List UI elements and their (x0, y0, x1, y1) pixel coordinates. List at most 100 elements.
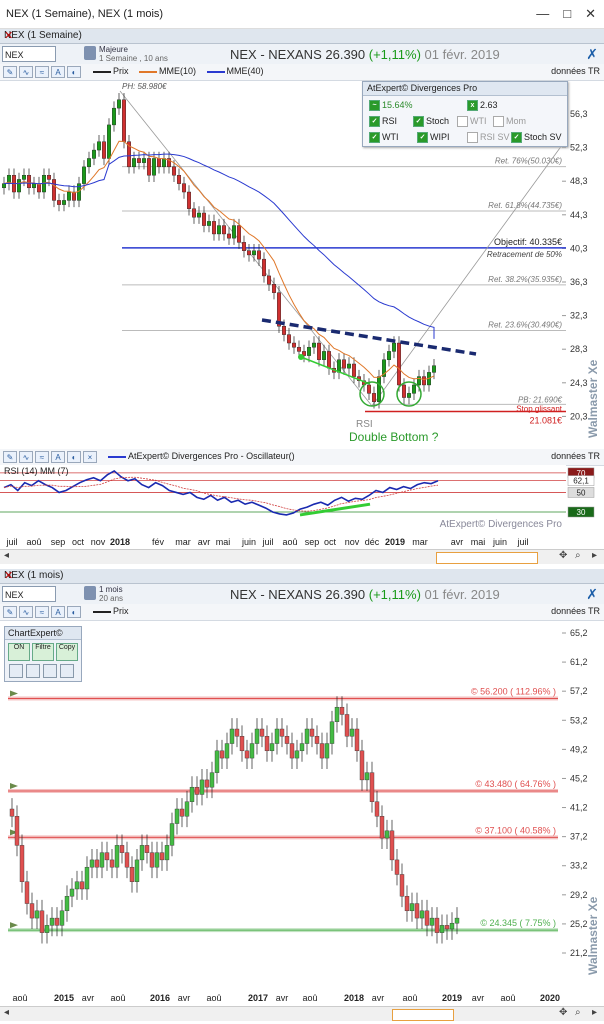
period-selector[interactable]: 1 mois 20 ans (84, 584, 168, 604)
checkbox-wti[interactable]: WTI (457, 116, 487, 128)
close-tab-icon[interactable]: ✕ (4, 569, 600, 582)
legend: Prix (93, 606, 129, 616)
candle-body (216, 225, 221, 235)
candle-body (327, 351, 332, 369)
edit-icon[interactable] (60, 664, 74, 678)
candle-body (109, 859, 115, 868)
candle-body (196, 212, 201, 218)
settings-icon[interactable] (9, 664, 23, 678)
tools-icon[interactable]: ✗ (586, 586, 598, 603)
monthly-price-chart[interactable]: 65,2 61,2 57,2 53,2 49,2 45,2 41,2 37,2 33,2 29,2… (0, 621, 604, 991)
time-tick: avr (472, 993, 485, 1003)
checkbox-wti-on[interactable]: ✓ WTI (369, 132, 399, 144)
analysis-icon[interactable]: A (51, 66, 65, 78)
candle-body (262, 258, 267, 277)
indicator-icon[interactable]: ∿ (19, 66, 33, 78)
candle-body (161, 158, 166, 168)
candle-body (19, 845, 25, 882)
close-tab-icon[interactable]: ✕ (4, 29, 600, 42)
candle-body (364, 772, 370, 781)
price-tick: 21,2 (570, 948, 588, 958)
indicator-icon[interactable]: ∿ (19, 606, 33, 618)
scroll-right-icon[interactable]: ▸ (592, 550, 597, 561)
bottom-time-axis: aoû 2015 avr aoû 2016 avr aoû 2017 avr aoû 2018 avr… (0, 991, 604, 1005)
period-icon (84, 586, 96, 600)
time-tick: avr (372, 993, 385, 1003)
close-icon[interactable]: ✕ (585, 6, 596, 22)
chartexpert-copy-button[interactable]: Copy (56, 643, 78, 661)
checkbox-stoch-sv[interactable]: ✓ Stoch SV (511, 132, 562, 144)
candle-body (339, 706, 345, 715)
osc-compare-icon[interactable]: ≈ (35, 451, 49, 463)
chartexpert-title: ChartExpert© (5, 627, 81, 640)
candle-body (352, 363, 357, 377)
checkbox-rsi-sv[interactable]: RSI SV (467, 132, 510, 144)
candle-body (59, 910, 65, 926)
osc-close-icon[interactable]: × (83, 451, 97, 463)
candle-body (342, 359, 347, 369)
candle-body (241, 242, 246, 251)
osc-analysis-icon[interactable]: A (51, 451, 65, 463)
chartexpert-on-button[interactable]: ON (8, 643, 30, 661)
candle-body (369, 772, 375, 802)
palette-icon[interactable]: ◐ (67, 66, 81, 78)
osc-tools-icon[interactable]: ✎ (3, 451, 17, 463)
fib-label: Ret. 61.8%(44.735€) (488, 201, 562, 210)
osc-palette-icon[interactable]: ◐ (67, 451, 81, 463)
time-tick: juil (261, 537, 273, 547)
drawing-tools-icon[interactable]: ✎ (3, 606, 17, 618)
checkbox-rsi[interactable]: ✓ RSI (369, 116, 397, 128)
scroll-left-icon[interactable]: ◂ (4, 1007, 9, 1018)
candle-body (424, 910, 430, 926)
candle-body (272, 284, 277, 293)
compare-icon[interactable]: ≈ (35, 606, 49, 618)
move-icon[interactable]: ✥ (559, 1007, 567, 1018)
candle-body (297, 347, 302, 352)
candle-body (304, 728, 310, 744)
eraser-icon[interactable] (43, 664, 57, 678)
candle-body (389, 830, 395, 861)
objective-label: Objectif: 40.335€ (494, 237, 562, 247)
osc-indicator-icon[interactable]: ∿ (19, 451, 33, 463)
move-icon[interactable]: ✥ (559, 550, 567, 561)
symbol-input[interactable]: NEX (2, 46, 56, 62)
checkbox-wipi[interactable]: ✓ WIPI (417, 132, 450, 144)
maximize-icon[interactable]: □ (563, 6, 571, 22)
minimize-icon[interactable]: — (536, 6, 549, 22)
price-tick: 44,3 (570, 210, 588, 220)
chartexpert-filter-button[interactable]: Filtre (32, 643, 54, 661)
checkbox-mom[interactable]: Mom (493, 116, 526, 128)
scroll-left-icon[interactable]: ◂ (4, 550, 9, 561)
compare-icon[interactable]: ≈ (35, 66, 49, 78)
scroll-thumb[interactable] (436, 552, 538, 564)
divergences-panel[interactable]: AtExpert© Divergences Pro ~15.64% x 2.63 … (362, 81, 568, 147)
top-time-axis: juil aoû sep oct nov 2018 fév mar avr mai juin juil… (0, 535, 604, 549)
ph-label: PH: 58.980€ (122, 82, 167, 91)
zoom-icon[interactable]: ⌕ (575, 550, 581, 561)
tab-weekly[interactable]: NEX (1 Semaine) ✕ (0, 29, 604, 44)
drawing-tools-icon[interactable]: ✎ (3, 66, 17, 78)
tools-icon[interactable]: ✗ (586, 46, 598, 63)
top-scrollbar[interactable]: ◂ ✥ ⌕ ▸ (0, 549, 604, 564)
candle-body (186, 191, 191, 209)
candle-body (206, 221, 211, 226)
candle-body (349, 728, 355, 737)
candle-body (444, 925, 450, 930)
candle-body (64, 896, 70, 912)
candle-body (374, 801, 380, 817)
zoom-icon[interactable]: ⌕ (575, 1007, 581, 1018)
symbol-input[interactable]: NEX (2, 586, 56, 602)
rsi-oscillator-chart[interactable]: RSI (14) MM (7) 7062,15030AtExpert© Diver… (0, 465, 604, 535)
tab-monthly[interactable]: NEX (1 mois) ✕ (0, 569, 604, 584)
analysis-icon[interactable]: A (51, 606, 65, 618)
pencil-icon[interactable] (26, 664, 40, 678)
checkbox-stoch[interactable]: ✓ Stoch (413, 116, 449, 128)
period-selector[interactable]: Majeure 1 Semaine , 10 ans (84, 44, 168, 64)
palette-icon[interactable]: ◐ (67, 606, 81, 618)
chartexpert-panel[interactable]: ChartExpert© ON Filtre Copy (4, 626, 82, 682)
scroll-thumb[interactable] (392, 1009, 454, 1021)
candle-body (89, 859, 95, 868)
candle-body (104, 852, 110, 861)
scroll-right-icon[interactable]: ▸ (592, 1007, 597, 1018)
bottom-scrollbar[interactable]: ◂ ✥ ⌕ ▸ (0, 1006, 604, 1021)
